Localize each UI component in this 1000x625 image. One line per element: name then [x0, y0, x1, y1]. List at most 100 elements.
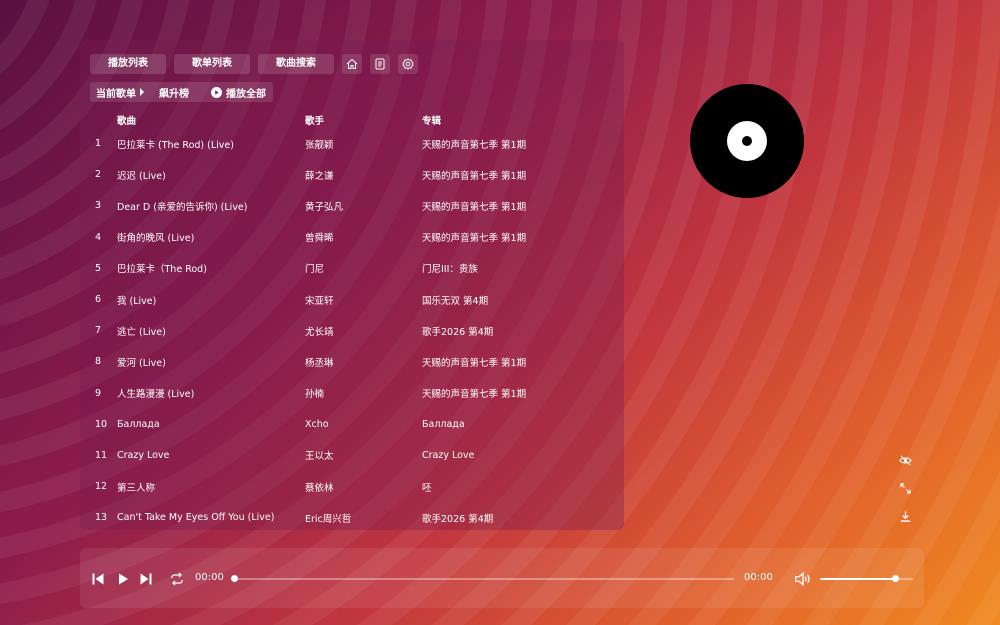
header-artist: 歌手 [305, 116, 325, 127]
row-song: 巴拉莱卡 (The Rod) (Live) [117, 139, 234, 151]
row-song: Can't Take My Eyes Off You (Live) [117, 512, 275, 524]
row-artist: Xcho [305, 418, 329, 430]
play-button[interactable] [115, 571, 131, 587]
header-num [90, 112, 117, 128]
volume-slider[interactable] [820, 578, 913, 580]
row-album: 歌手2026 第4期 [422, 513, 494, 525]
breadcrumb-playlist-name: 飙升榜 [159, 88, 189, 100]
row-num: 1 [95, 138, 102, 150]
row-artist: 尤长靖 [305, 326, 334, 338]
table-row[interactable]: 6 我 (Live) 宋亚轩 国乐无双 第4期 [90, 284, 582, 315]
repeat-button[interactable] [169, 571, 185, 587]
row-num: 13 [95, 512, 108, 524]
volume-fill [820, 578, 896, 580]
row-album: 国乐无双 第4期 [422, 295, 489, 307]
row-num: 8 [95, 356, 102, 368]
row-artist: 蔡依林 [305, 482, 334, 494]
row-album: 天赐的声音第七季 第1期 [422, 233, 527, 245]
row-artist: 宋亚轩 [305, 295, 334, 307]
current-time: 00:00 [195, 572, 224, 583]
row-album: Баллада [422, 418, 465, 430]
side-toolbar [897, 452, 913, 524]
row-num: 9 [95, 387, 102, 399]
row-song: 爱河 (Live) [117, 357, 166, 369]
song-table: 歌曲 歌手 专辑 1 巴拉莱卡 (The Rod) (Live) 张靓颖 天赐的声音第… [90, 112, 582, 533]
table-row[interactable]: 10 Баллада Xcho Баллада [90, 409, 582, 440]
play-all-button[interactable]: 播放全部 [211, 85, 266, 100]
row-num: 4 [95, 231, 102, 243]
eye-icon [898, 455, 912, 465]
play-icon [119, 573, 128, 585]
row-song: 逃亡 (Live) [117, 326, 166, 338]
volume-icon [795, 571, 810, 587]
row-song: 巴拉莱卡（The Rod) [117, 264, 207, 276]
row-artist: 孙楠 [305, 389, 325, 401]
row-artist: 门尼 [305, 264, 325, 276]
row-artist: 张靓颖 [305, 139, 334, 151]
table-row[interactable]: 3 Dear D (亲爱的告诉你) (Live) 黄子弘凡 天赐的声音第七季 第1期 [90, 190, 582, 221]
fullscreen-button[interactable] [897, 480, 913, 496]
row-num: 3 [95, 200, 102, 212]
tab-search[interactable]: 歌曲搜索 [258, 54, 334, 74]
row-album: 天赐的声音第七季 第1期 [422, 139, 527, 151]
home-button[interactable] [342, 54, 362, 74]
row-artist: Eric周兴哲 [305, 513, 352, 525]
table-header: 歌曲 歌手 专辑 [90, 112, 582, 128]
row-artist: 王以太 [305, 451, 334, 463]
row-song: 第三人称 [117, 482, 156, 494]
row-album: 歌手2026 第4期 [422, 326, 494, 338]
caret-right-icon [140, 88, 144, 96]
row-album: 门尼III：贵族 [422, 264, 478, 276]
document-icon [375, 58, 385, 70]
settings-button[interactable] [398, 54, 418, 74]
table-row[interactable]: 7 逃亡 (Live) 尤长靖 歌手2026 第4期 [90, 315, 582, 346]
row-song: Dear D (亲爱的告诉你) (Live) [117, 201, 248, 213]
row-album: 天赐的声音第七季 第1期 [422, 357, 527, 369]
tab-songlist[interactable]: 歌单列表 [174, 54, 250, 74]
skip-next-icon [140, 573, 152, 585]
header-song: 歌曲 [117, 116, 137, 127]
row-artist: 曾舜晞 [305, 233, 334, 245]
disc-hole [742, 136, 752, 146]
breadcrumb-current-label: 当前歌单 [96, 88, 136, 100]
table-row[interactable]: 9 人生路漫漫 (Live) 孙楠 天赐的声音第七季 第1期 [90, 378, 582, 409]
progress-knob[interactable] [231, 575, 238, 582]
row-song: Crazy Love [117, 449, 170, 461]
table-row[interactable]: 5 巴拉莱卡（The Rod) 门尼 门尼III：贵族 [90, 253, 582, 284]
previous-button[interactable] [90, 571, 106, 587]
table-row[interactable]: 2 迟迟 (Live) 薛之谦 天赐的声音第七季 第1期 [90, 159, 582, 190]
home-icon [346, 58, 358, 69]
download-button[interactable] [897, 508, 913, 524]
table-row[interactable]: 4 街角的晚风 (Live) 曾舜晞 天赐的声音第七季 第1期 [90, 222, 582, 253]
row-song: 迟迟 (Live) [117, 170, 166, 182]
album-disc [690, 84, 804, 198]
breadcrumb-current[interactable]: 当前歌单 [90, 85, 145, 100]
volume-button[interactable] [793, 571, 813, 587]
row-num: 7 [95, 325, 102, 337]
row-album: 天赐的声音第七季 第1期 [422, 170, 527, 182]
row-song: 街角的晚风 (Live) [117, 233, 195, 245]
table-row[interactable]: 12 第三人称 蔡依林 呸 [90, 471, 582, 502]
row-song: 人生路漫漫 (Live) [117, 389, 195, 401]
tab-playlist[interactable]: 播放列表 [90, 54, 166, 74]
settings-icon [402, 58, 414, 70]
row-album: 天赐的声音第七季 第1期 [422, 201, 527, 213]
header-album: 专辑 [422, 116, 442, 127]
table-row[interactable]: 1 巴拉莱卡 (The Rod) (Live) 张靓颖 天赐的声音第七季 第1期 [90, 128, 582, 159]
row-artist: 薛之谦 [305, 170, 334, 182]
visibility-button[interactable] [897, 452, 913, 468]
table-row[interactable]: 13 Can't Take My Eyes Off You (Live) Eric周… [90, 502, 582, 533]
row-artist: 杨丞琳 [305, 357, 334, 369]
row-album: Crazy Love [422, 449, 475, 461]
top-tabs: 播放列表 歌单列表 歌曲搜索 [90, 54, 418, 74]
table-row[interactable]: 8 爱河 (Live) 杨丞琳 天赐的声音第七季 第1期 [90, 346, 582, 377]
progress-bar[interactable] [234, 578, 734, 580]
document-button[interactable] [370, 54, 390, 74]
table-row[interactable]: 11 Crazy Love 王以太 Crazy Love [90, 440, 582, 471]
row-song: Баллада [117, 418, 160, 430]
next-button[interactable] [138, 571, 154, 587]
row-num: 6 [95, 294, 102, 306]
row-num: 2 [95, 169, 102, 181]
play-all-label: 播放全部 [226, 88, 266, 100]
breadcrumb: 当前歌单 飙升榜 播放全部 [90, 82, 273, 102]
